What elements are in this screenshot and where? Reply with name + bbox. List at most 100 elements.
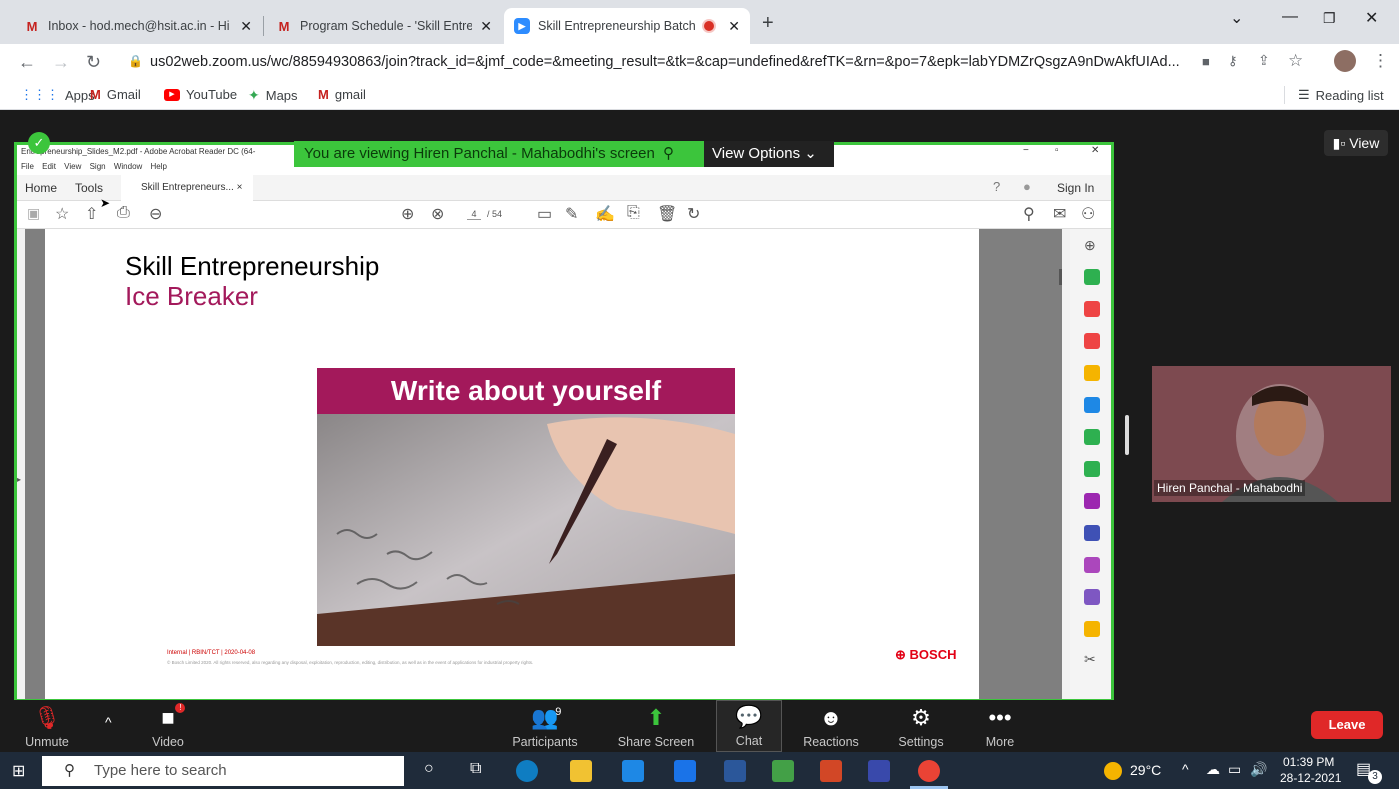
compress-icon[interactable] <box>1084 429 1100 445</box>
save-icon[interactable]: ▣ <box>27 205 40 222</box>
onedrive-icon[interactable]: ☁ <box>1206 761 1220 778</box>
windows-start-icon[interactable]: ⊞ <box>12 761 25 781</box>
video-panel-resize-handle[interactable] <box>1125 415 1129 455</box>
excel-icon[interactable] <box>772 760 794 782</box>
tab-gmail-inbox[interactable]: M Inbox - hod.mech@hsit.ac.in - Hi ✕ <box>14 8 262 44</box>
weather-sun-icon[interactable] <box>1104 762 1122 780</box>
link-icon[interactable]: ⚲ <box>1023 204 1035 224</box>
view-button[interactable]: ▮▫ View <box>1324 130 1388 156</box>
chrome-icon[interactable] <box>918 760 940 782</box>
taskbar-search-box[interactable]: ⚲ Type here to search <box>42 756 404 786</box>
tab-zoom-meeting[interactable]: ▶ Skill Entrepreneurship Batch ✕ <box>504 8 750 44</box>
tab-home[interactable]: Home <box>25 181 57 195</box>
acrobat-close-icon[interactable]: ✕ <box>1091 145 1099 156</box>
weather-temperature[interactable]: 29°C <box>1130 762 1161 778</box>
participants-button[interactable]: 👥 9 Participants <box>505 700 585 752</box>
kebab-menu-icon[interactable]: ⋮ <box>1372 51 1389 71</box>
menu-sign[interactable]: Sign <box>90 162 106 171</box>
organize-pages-icon[interactable] <box>1084 301 1100 317</box>
zoom-in-icon[interactable]: ⊕ <box>1084 237 1096 254</box>
back-icon[interactable]: ← <box>18 52 36 73</box>
url-field[interactable]: us02web.zoom.us/wc/88594930863/join?trac… <box>150 50 1230 74</box>
webex-icon[interactable] <box>868 760 890 782</box>
trash-icon[interactable]: 🗑 <box>657 204 677 224</box>
file-explorer-icon[interactable] <box>570 760 592 782</box>
fill-sign-icon[interactable] <box>1084 493 1100 509</box>
upload-icon[interactable]: ⇧ <box>85 204 98 224</box>
tab-search-icon[interactable]: ⌄ <box>1230 8 1243 28</box>
create-pdf-icon[interactable] <box>1084 333 1100 349</box>
scan-icon[interactable] <box>1084 461 1100 477</box>
left-panel-toggle-icon[interactable]: ▸ <box>17 475 21 484</box>
cortana-icon[interactable]: ○ <box>424 760 434 778</box>
security-shield-icon[interactable]: ✓ <box>28 132 50 154</box>
reload-icon[interactable]: ↻ <box>86 52 101 73</box>
window-close-icon[interactable]: ✕ <box>1365 8 1378 28</box>
page-up-icon[interactable]: ⊕ <box>401 204 414 224</box>
leave-button[interactable]: Leave <box>1311 711 1383 739</box>
unmute-button[interactable]: 🎙 Unmute <box>18 700 76 752</box>
acrobat-restore-icon[interactable]: ▫ <box>1055 145 1059 156</box>
sign-in-button[interactable]: Sign In <box>1057 181 1094 195</box>
restore-icon[interactable]: ❐ <box>1323 10 1336 27</box>
menu-view[interactable]: View <box>64 162 81 171</box>
more-tools-icon[interactable]: ✂ <box>1084 651 1096 668</box>
menu-edit[interactable]: Edit <box>42 162 56 171</box>
pen-icon[interactable]: ✎ <box>565 204 578 224</box>
store-icon[interactable] <box>622 760 644 782</box>
account-icon[interactable]: ⚇ <box>1081 204 1095 224</box>
notification-bell-icon[interactable]: ● <box>1023 179 1031 194</box>
pdf-scrollbar-thumb[interactable] <box>1059 269 1062 285</box>
stamp-icon[interactable]: ⎘ <box>627 204 640 222</box>
powerpoint-icon[interactable] <box>820 760 842 782</box>
network-icon[interactable]: ▭ <box>1228 761 1241 778</box>
settings-button[interactable]: ⚙ Settings <box>890 700 952 752</box>
avatar[interactable] <box>1334 50 1356 72</box>
request-signature-icon[interactable] <box>1084 589 1100 605</box>
close-icon[interactable]: ✕ <box>232 18 252 35</box>
bookmark-star-icon[interactable]: ☆ <box>55 204 69 224</box>
chat-button[interactable]: 💬 Chat <box>716 700 782 752</box>
close-icon[interactable]: ✕ <box>720 18 740 35</box>
page-number-input[interactable]: 4 <box>467 209 481 220</box>
edit-pdf-icon[interactable] <box>1084 621 1100 637</box>
reading-list-button[interactable]: ☰ Reading list <box>1298 87 1384 103</box>
reactions-button[interactable]: ☻ Reactions <box>796 700 866 752</box>
lock-icon[interactable]: 🔒 <box>128 54 143 68</box>
mail-app-icon[interactable] <box>674 760 696 782</box>
more-button[interactable]: ••• More <box>972 700 1028 752</box>
acrobat-minimize-icon[interactable]: − <box>1023 145 1029 156</box>
signature-icon[interactable]: ✍ <box>595 204 615 224</box>
rotate-icon[interactable]: ↻ <box>687 204 700 224</box>
bookmark-gmail[interactable]: M Gmail <box>90 87 141 102</box>
mail-icon[interactable]: ✉ <box>1053 204 1066 224</box>
forward-icon[interactable]: → <box>52 52 70 73</box>
protect-icon[interactable] <box>1084 525 1100 541</box>
task-view-icon[interactable]: ⧉ <box>470 760 481 778</box>
word-icon[interactable] <box>724 760 746 782</box>
bookmark-youtube[interactable]: ▶ YouTube <box>164 87 237 102</box>
zoom-out-icon[interactable]: ⊖ <box>149 204 162 224</box>
bookmark-apps[interactable]: ⋮⋮⋮ Apps <box>20 87 95 103</box>
star-icon[interactable]: ☆ <box>1288 51 1303 71</box>
bookmark-gmail-2[interactable]: M gmail <box>318 87 366 102</box>
combine-files-icon[interactable] <box>1084 397 1100 413</box>
camera-icon[interactable]: ■ <box>1202 54 1210 69</box>
share-screen-button[interactable]: ⬆ Share Screen <box>612 700 700 752</box>
volume-icon[interactable]: 🔊 <box>1250 761 1267 778</box>
help-icon[interactable]: ? <box>993 179 1000 194</box>
tab-program-schedule[interactable]: M Program Schedule - 'Skill Entrepr ✕ <box>266 8 502 44</box>
tab-document[interactable]: Skill Entrepreneurs... × <box>121 175 253 201</box>
edge-icon[interactable] <box>516 760 538 782</box>
page-down-icon[interactable]: ⊗ <box>431 204 444 224</box>
comment-icon[interactable]: ▭ <box>537 204 552 224</box>
export-pdf-icon[interactable] <box>1084 269 1100 285</box>
menu-file[interactable]: File <box>21 162 34 171</box>
tab-tools[interactable]: Tools <box>75 181 103 195</box>
prepare-form-icon[interactable] <box>1084 557 1100 573</box>
key-icon[interactable]: ⚷ <box>1228 53 1238 69</box>
tray-overflow-chevron-icon[interactable]: ^ <box>1182 761 1189 777</box>
new-tab-button[interactable]: + <box>762 12 774 35</box>
video-button[interactable]: ■! Video <box>140 700 196 752</box>
print-icon[interactable]: ⎙ <box>117 204 130 222</box>
